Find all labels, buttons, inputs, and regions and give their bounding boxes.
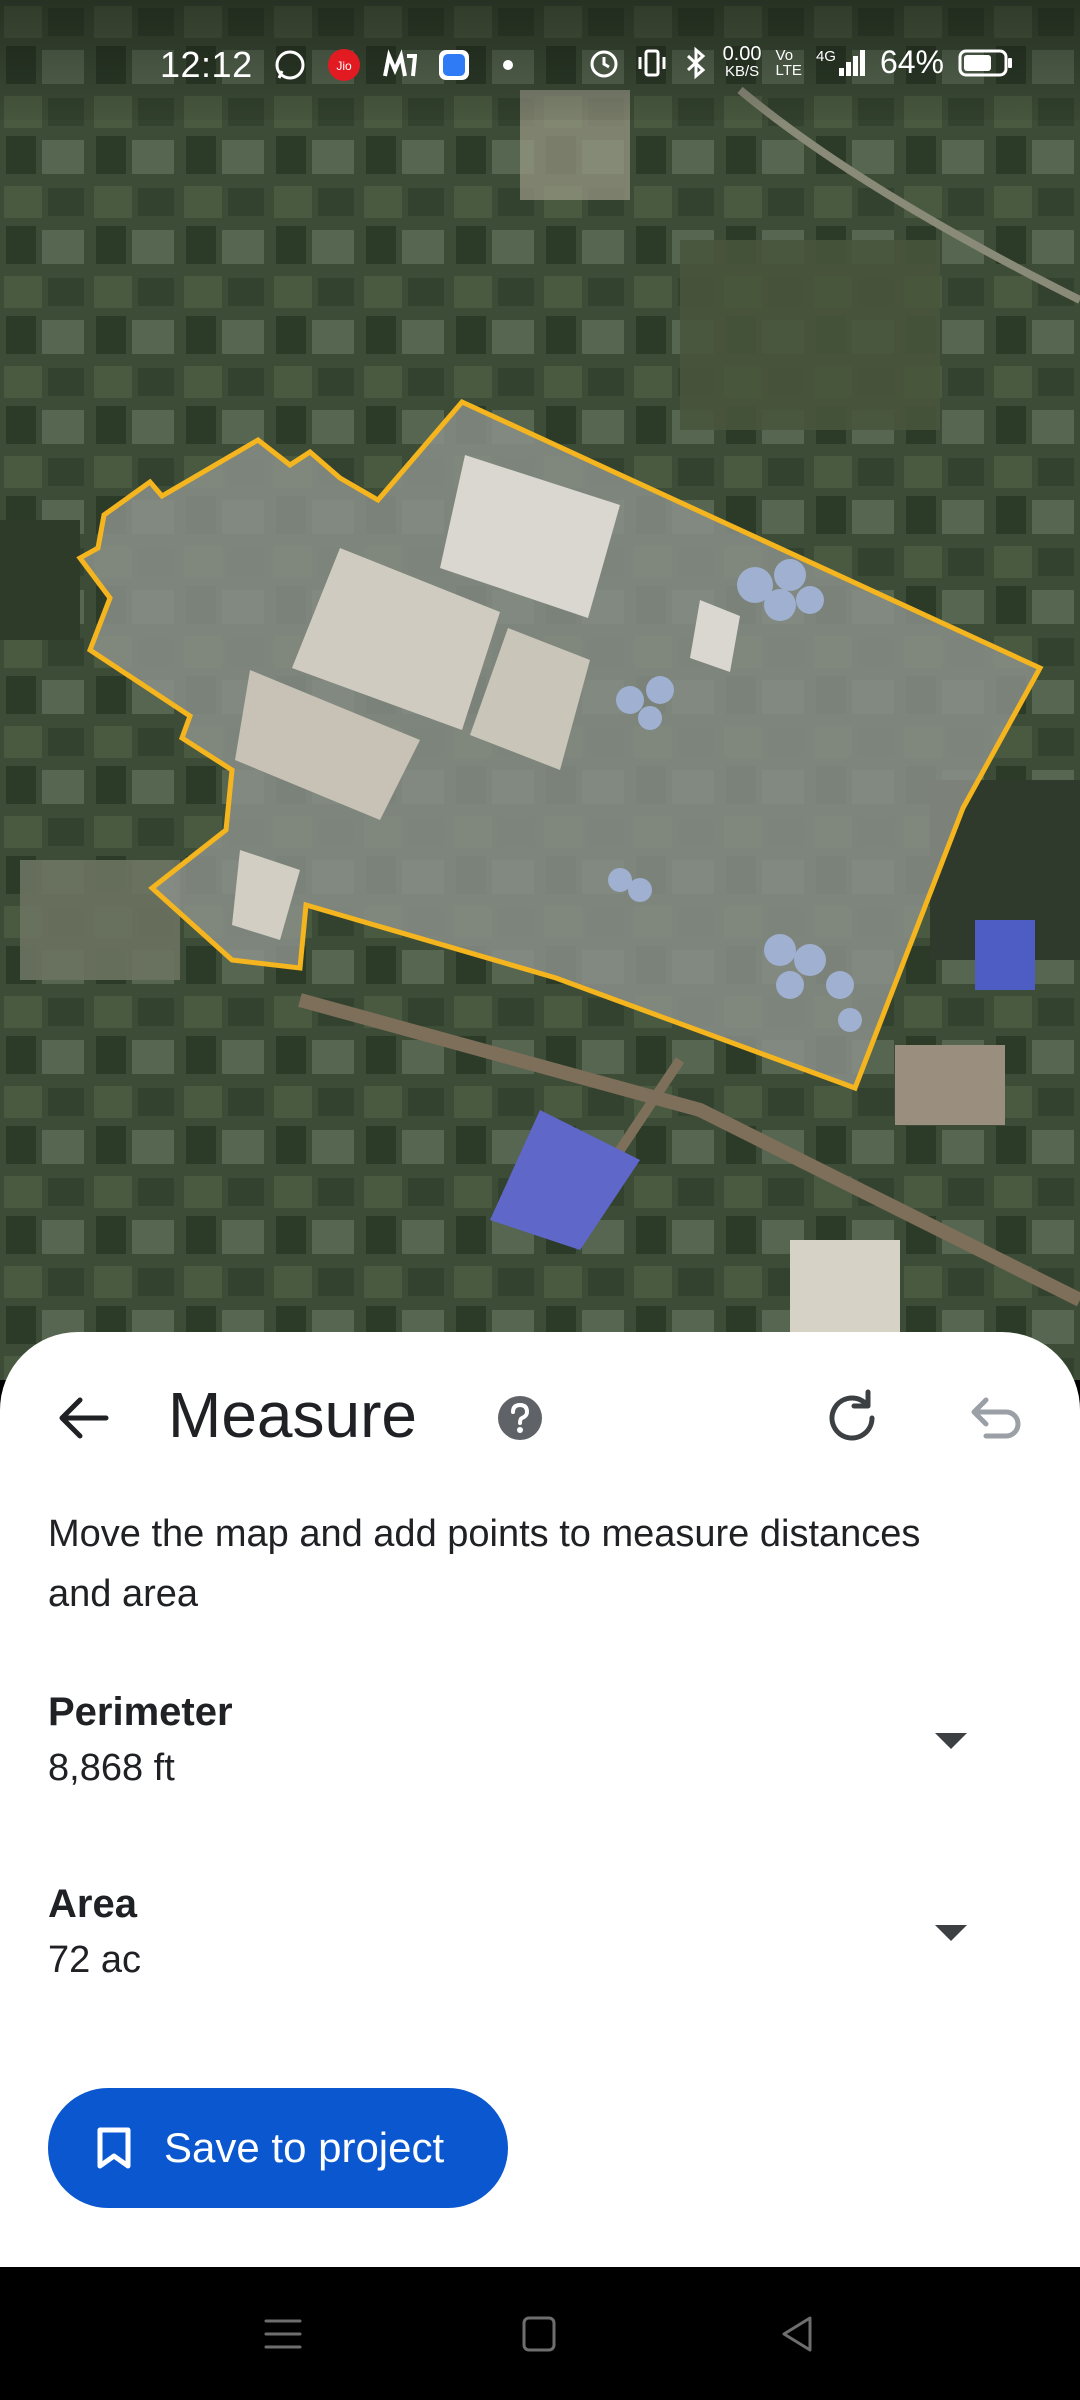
nav-back-button[interactable] [772, 2311, 822, 2357]
arrow-back-icon [59, 1397, 109, 1439]
vibrate-icon [635, 46, 669, 80]
status-right: 0.00 KB/S Vo LTE 4G 64% [587, 44, 1014, 81]
back-triangle-icon [782, 2316, 812, 2352]
save-to-project-button[interactable]: Save to project [48, 2088, 508, 2208]
perimeter-value: 8,868 ft [48, 1747, 175, 1789]
home-square-icon [522, 2316, 556, 2352]
building [790, 1240, 900, 1340]
dropdown-arrow-icon [935, 1733, 967, 1749]
status-time: 12:12 [160, 44, 253, 85]
area-units-dropdown[interactable] [926, 1912, 976, 1952]
dropdown-arrow-icon [935, 1925, 967, 1941]
jio-icon: Jio [327, 48, 361, 82]
building-blue-roof [975, 920, 1035, 990]
nav-menu-button[interactable] [258, 2311, 308, 2357]
satellite-map[interactable] [0, 0, 1080, 1380]
sheet-header: Measure [0, 1332, 1080, 1502]
back-button[interactable] [52, 1386, 116, 1450]
network-speed-unit: KB/S [724, 62, 760, 80]
network-speed-value: 0.00 [722, 42, 762, 65]
alarm-icon [587, 46, 621, 80]
undo-icon [971, 1397, 1021, 1439]
map-canvas[interactable] [0, 0, 1080, 1380]
status-bar: 12:12 Jio 0.00 KB/S Vo LTE 4G 64% [0, 0, 1080, 120]
help-button[interactable] [496, 1394, 544, 1442]
dot-icon [491, 48, 525, 82]
area-value: 72 ac [48, 1939, 141, 1981]
perimeter-row[interactable]: Perimeter 8,868 ft [48, 1690, 1032, 1800]
instruction-text: Move the map and add points to measure d… [48, 1513, 921, 1615]
perimeter-label: Perimeter [48, 1690, 233, 1734]
myjio-icon [381, 48, 417, 82]
help-icon [498, 1396, 542, 1440]
volte-indicator: Vo LTE [776, 48, 802, 78]
svg-text:Jio: Jio [336, 59, 352, 73]
field-patch [680, 240, 940, 430]
volte-bottom: LTE [775, 61, 802, 79]
whatsapp-icon [273, 48, 307, 82]
area-row[interactable]: Area 72 ac [48, 1882, 1032, 1992]
volte-top: Vo [775, 46, 794, 64]
battery-percent: 64% [879, 44, 944, 80]
building [895, 1045, 1005, 1125]
measure-sheet: Measure Move the map and add points to m… [0, 1332, 1080, 2267]
status-left: 12:12 Jio [160, 44, 525, 86]
field-patch [20, 860, 180, 980]
network-speed: 0.00 KB/S [722, 42, 762, 81]
redo-icon [829, 1389, 875, 1441]
undo-button[interactable] [962, 1384, 1030, 1452]
field-patch [0, 520, 80, 640]
bluetooth-icon [683, 46, 709, 80]
redo-button[interactable] [818, 1384, 886, 1452]
battery-icon [958, 48, 1014, 78]
nav-home-button[interactable] [514, 2311, 564, 2357]
page-title: Measure [168, 1379, 417, 1451]
network-type: 4G [815, 47, 836, 65]
area-label: Area [48, 1882, 137, 1926]
menu-icon [264, 2319, 302, 2349]
signal-icon: 4G [816, 48, 866, 78]
system-nav-bar [0, 2267, 1080, 2400]
save-button-label: Save to project [164, 2124, 445, 2171]
perimeter-units-dropdown[interactable] [926, 1720, 976, 1760]
bookmark-icon [97, 2127, 131, 2169]
messenger-icon [437, 48, 471, 82]
